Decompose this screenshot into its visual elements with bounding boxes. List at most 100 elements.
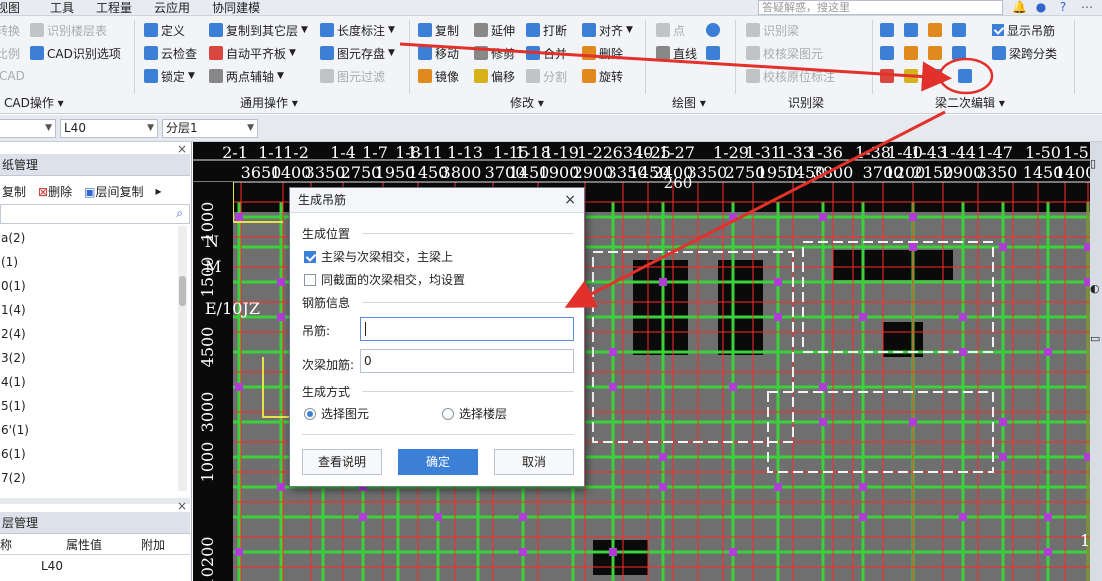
side-tool-icon[interactable]: ▭ bbox=[1090, 332, 1100, 345]
bell-icon[interactable]: 🔔 bbox=[1012, 0, 1027, 14]
list-item[interactable]: 5(1) bbox=[0, 394, 178, 418]
ribbon-point[interactable]: 点 bbox=[656, 20, 685, 40]
ribbon-copy-to-layer[interactable]: 复制到其它层 ▼ bbox=[209, 20, 308, 40]
ribbon-beam-tool-7[interactable] bbox=[928, 43, 945, 63]
help-icon[interactable]: ? bbox=[1056, 0, 1070, 14]
ribbon-beam-tool-3[interactable] bbox=[928, 20, 945, 40]
ribbon-beam-tool-1[interactable] bbox=[880, 20, 897, 40]
ribbon-cloud-check[interactable]: 云检查 bbox=[144, 43, 197, 63]
ribbon-convert[interactable]: 转换 bbox=[0, 20, 20, 40]
list-item[interactable]: 4(1) bbox=[0, 370, 178, 394]
ribbon-beam-tool-6[interactable] bbox=[904, 43, 921, 63]
side-tool-icon[interactable]: ▯ bbox=[1090, 157, 1096, 170]
ribbon-mirror[interactable]: 镜像 bbox=[418, 66, 459, 86]
ribbon-identify-beam[interactable]: 识别梁 bbox=[746, 20, 799, 40]
list-item[interactable]: 6'(1) bbox=[0, 418, 178, 442]
floor-copy-button[interactable]: ▣层间复制 bbox=[84, 183, 143, 200]
ribbon-lock[interactable]: 锁定 ▼ bbox=[144, 66, 195, 86]
ribbon-beam-tool-8[interactable] bbox=[952, 43, 969, 63]
table-row[interactable]: L40 bbox=[0, 556, 190, 576]
delete-button[interactable]: ⊠删除 bbox=[38, 183, 72, 200]
ribbon-beam-tool-11[interactable] bbox=[928, 66, 945, 86]
list-item[interactable]: 1(4) bbox=[0, 298, 178, 322]
list-item[interactable]: 3(2) bbox=[0, 346, 178, 370]
ribbon-merge[interactable]: 合并 bbox=[526, 43, 567, 63]
category-select[interactable]: ▼ bbox=[0, 119, 56, 138]
menu-view[interactable]: 视图 bbox=[0, 0, 34, 16]
ribbon-check-beam[interactable]: 校核梁图元 bbox=[746, 43, 823, 63]
main-beam-checkbox[interactable]: 主梁与次梁相交，主梁上 bbox=[304, 248, 453, 265]
ribbon-offset[interactable]: 偏移 bbox=[474, 66, 515, 86]
ribbon-auto-align-slab[interactable]: 自动平齐板 ▼ bbox=[209, 43, 296, 63]
ribbon-beam-span-classify[interactable]: 梁跨分类 bbox=[992, 43, 1057, 63]
help-button[interactable]: 查看说明 bbox=[302, 449, 382, 475]
ribbon-delete[interactable]: 删除 bbox=[582, 43, 623, 63]
ribbon-rect[interactable] bbox=[706, 43, 723, 63]
ribbon-length-dim[interactable]: 长度标注 ▼ bbox=[320, 20, 395, 40]
cancel-button[interactable]: 取消 bbox=[494, 449, 574, 475]
list-item[interactable]: 6(1) bbox=[0, 442, 178, 466]
filter-icon bbox=[320, 69, 334, 83]
search-input[interactable]: 答疑解惑，搜这里 bbox=[758, 0, 1003, 15]
ribbon-save-elements[interactable]: 图元存盘 ▼ bbox=[320, 43, 395, 63]
menu-collab[interactable]: 协同建模 bbox=[212, 0, 274, 16]
menu-cloud[interactable]: 云应用 bbox=[154, 0, 204, 16]
ribbon-check-annotation[interactable]: 校核原位标注 bbox=[746, 66, 835, 86]
ribbon-two-point-axis[interactable]: 两点辅轴 ▼ bbox=[209, 66, 284, 86]
ribbon-split[interactable]: 分割 bbox=[526, 66, 567, 86]
ribbon-beam-tool-10[interactable] bbox=[904, 66, 921, 86]
ribbon-filter[interactable]: 图元过滤 bbox=[320, 66, 385, 86]
ribbon-beam-tool-4[interactable] bbox=[952, 20, 969, 40]
ribbon-trim[interactable]: 修剪 bbox=[474, 43, 515, 63]
ribbon-generate-hanger[interactable] bbox=[958, 66, 975, 86]
ribbon-extend[interactable]: 延伸 bbox=[474, 20, 515, 40]
list-item[interactable]: 7(2) bbox=[0, 466, 178, 490]
drawing-search-input[interactable]: ⌕ bbox=[0, 204, 190, 224]
axis-label: 1-36 bbox=[807, 143, 843, 162]
ribbon-beam-tool-5[interactable] bbox=[880, 43, 897, 63]
axis-label: 1-44 bbox=[940, 143, 976, 162]
ribbon-move[interactable]: 移动 bbox=[418, 43, 459, 63]
ribbon-cad[interactable]: CAD bbox=[0, 66, 25, 86]
list-item[interactable]: 2(4) bbox=[0, 322, 178, 346]
axis-label: 1-13 bbox=[447, 143, 483, 162]
ribbon-copy[interactable]: 复制 bbox=[418, 20, 459, 40]
type-select[interactable]: L40 ▼ bbox=[60, 119, 158, 138]
close-icon[interactable]: × bbox=[177, 499, 187, 513]
same-section-checkbox[interactable]: 同截面的次梁相交，均设置 bbox=[304, 271, 465, 288]
layer-select[interactable]: 分层1 ▼ bbox=[162, 119, 258, 138]
secondary-rebar-input[interactable]: 0 bbox=[360, 349, 574, 373]
more-icon[interactable]: ⋯ bbox=[1080, 0, 1094, 14]
ribbon-line[interactable]: 直线 bbox=[656, 43, 697, 63]
drawing-list-scrollbar[interactable] bbox=[178, 226, 187, 491]
side-axis-label: E/10JZ bbox=[205, 299, 260, 318]
list-item[interactable]: a(2) bbox=[0, 226, 178, 250]
side-tool-icon[interactable]: ◐ bbox=[1090, 282, 1100, 295]
list-item[interactable]: 0(1) bbox=[0, 274, 178, 298]
ribbon-align[interactable]: 对齐 ▼ bbox=[582, 20, 633, 40]
more-arrow-icon[interactable]: ▸ bbox=[155, 184, 161, 198]
ribbon-break[interactable]: 打断 bbox=[526, 20, 567, 40]
ribbon-beam-tool-2[interactable] bbox=[904, 20, 921, 40]
list-item[interactable]: (1) bbox=[0, 250, 178, 274]
select-element-radio[interactable]: 选择图元 bbox=[304, 405, 369, 422]
point-icon bbox=[656, 23, 670, 37]
menu-tools[interactable]: 工具 bbox=[50, 0, 88, 16]
ribbon-rotate[interactable]: 旋转 bbox=[582, 66, 623, 86]
copy-button[interactable]: 复制 bbox=[2, 183, 26, 200]
ok-button[interactable]: 确定 bbox=[398, 449, 478, 475]
copy-icon bbox=[418, 23, 432, 37]
ribbon-circle[interactable] bbox=[706, 20, 723, 40]
save-icon bbox=[320, 46, 334, 60]
ribbon-beam-tool-9[interactable] bbox=[880, 66, 897, 86]
user-icon[interactable]: ● bbox=[1034, 0, 1048, 14]
ribbon-define[interactable]: 定义 bbox=[144, 20, 185, 40]
ribbon-scale[interactable]: 比例 bbox=[0, 43, 20, 63]
hanger-input[interactable] bbox=[360, 317, 574, 341]
show-hanger-checkbox[interactable]: 显示吊筋 bbox=[992, 20, 1055, 40]
ribbon-cad-options[interactable]: CAD识别选项 bbox=[30, 43, 121, 63]
close-icon[interactable]: × bbox=[564, 188, 576, 213]
ribbon-identify-floor[interactable]: 识别楼层表 bbox=[30, 20, 107, 40]
menu-quantity[interactable]: 工程量 bbox=[96, 0, 146, 16]
select-floor-radio[interactable]: 选择楼层 bbox=[442, 405, 507, 422]
